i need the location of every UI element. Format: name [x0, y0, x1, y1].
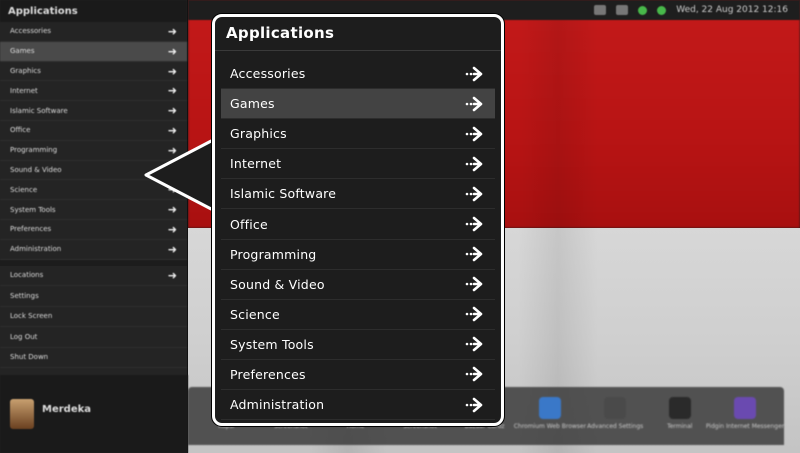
gear-icon: [604, 397, 627, 419]
arrow-right-icon: [465, 216, 485, 232]
sidebar-item-label: Office: [10, 126, 31, 135]
sidebar-item-islamic-software[interactable]: Islamic Software ➜: [0, 101, 187, 121]
sidebar-item-label: Settings: [10, 291, 39, 300]
sidebar-item-label: Sound & Video: [10, 165, 62, 174]
status-icon[interactable]: [638, 5, 648, 15]
terminal-icon: [668, 397, 691, 419]
category-item-system-tools[interactable]: System Tools: [221, 330, 495, 360]
category-label: Administration: [230, 397, 325, 413]
sidebar-item-games[interactable]: Games ➜: [0, 41, 187, 62]
sidebar-item-internet[interactable]: Internet ➜: [0, 81, 187, 102]
sidebar-item-label: System Tools: [10, 205, 56, 214]
arrow-right-icon: ➜: [167, 104, 177, 118]
arrow-right-icon: [465, 336, 485, 352]
dock-item-terminal[interactable]: Terminal: [647, 397, 712, 430]
category-item-graphics[interactable]: Graphics: [221, 119, 495, 150]
sidebar-item-label: Accessories: [10, 27, 52, 36]
arrow-right-icon: ➜: [167, 268, 177, 282]
dock-item-label: Advanced Settings: [587, 423, 644, 430]
clock[interactable]: Wed, 22 Aug 2012 12:16: [676, 5, 788, 15]
sidebar-title: Applications: [0, 0, 187, 22]
sidebar-item-label: Log Out: [10, 332, 38, 341]
category-label: Games: [230, 96, 275, 112]
sidebar-item-lock-screen[interactable]: Lock Screen: [0, 307, 187, 328]
arrow-right-icon: [465, 186, 485, 202]
user-name: Merdeka: [42, 404, 92, 415]
category-label: Sound & Video: [230, 276, 325, 292]
arrow-right-icon: [465, 366, 485, 382]
arrow-right-icon: [465, 126, 485, 142]
sidebar-item-label: Shut Down: [10, 353, 49, 362]
category-label: Graphics: [230, 126, 287, 142]
sidebar-item-label: Administration: [10, 245, 62, 254]
applications-sidebar: Applications Accessories ➜ Games ➜ Graphics ➜…: [0, 0, 188, 453]
category-item-accessories[interactable]: Accessories: [221, 59, 495, 90]
sidebar-item-accessories[interactable]: Accessories ➜: [0, 22, 187, 42]
dock-item-label: Pidgin Internet Messenger: [705, 423, 785, 430]
user-area[interactable]: Merdeka ​: [0, 375, 188, 453]
category-item-sound-and-video[interactable]: Sound & Video: [221, 270, 495, 300]
category-label: Internet: [230, 156, 282, 172]
arrow-right-icon: [465, 306, 485, 322]
sidebar-item-label: Internet: [10, 86, 38, 95]
sidebar-item-label: Lock Screen: [10, 312, 53, 321]
category-label: Preferences: [230, 366, 306, 382]
dock-item-advanced-settings[interactable]: Advanced Settings: [583, 397, 648, 430]
dock-item-chromium-web-browser[interactable]: Chromium Web Browser: [513, 397, 587, 430]
network-icon[interactable]: [594, 5, 607, 15]
category-item-preferences[interactable]: Preferences: [221, 360, 495, 391]
arrow-right-icon: [465, 66, 485, 82]
category-label: Islamic Software: [230, 186, 337, 202]
arrow-right-icon: [465, 397, 485, 413]
arrow-right-icon: ➜: [167, 44, 177, 58]
category-item-office[interactable]: Office: [221, 209, 495, 240]
sidebar-item-label: Science: [10, 185, 38, 194]
fabric-fold: [518, 0, 598, 453]
user-status-placeholder: ​: [42, 417, 91, 424]
arrow-right-icon: ➜: [167, 84, 177, 98]
sidebar-item-label: Locations: [10, 271, 44, 280]
category-item-administration[interactable]: Administration: [221, 390, 495, 421]
sidebar-item-label: Programming: [10, 146, 58, 155]
category-item-science[interactable]: Science: [221, 300, 495, 330]
category-item-programming[interactable]: Programming: [221, 240, 495, 270]
category-item-games[interactable]: Games: [221, 89, 495, 120]
sidebar-item-label: Games: [10, 47, 35, 56]
arrow-right-icon: [465, 156, 485, 172]
sidebar-item-settings[interactable]: Settings: [0, 286, 187, 307]
arrow-right-icon: [465, 96, 485, 112]
dock-item-label: Terminal: [667, 423, 693, 430]
callout-title: Applications: [215, 17, 501, 51]
arrow-right-icon: [465, 276, 485, 292]
sidebar-item-locations[interactable]: Locations ➜: [0, 266, 187, 287]
sidebar-item-administration[interactable]: Administration ➜: [0, 240, 187, 260]
avatar[interactable]: [10, 399, 34, 429]
sidebar-item-label: Graphics: [10, 66, 41, 75]
applications-callout: Applications Accessories Games Graphics Int…: [212, 14, 504, 426]
callout-category-list: Accessories Games Graphics Internet Islamic …: [221, 59, 495, 421]
arrow-right-icon: ➜: [167, 24, 177, 38]
category-item-internet[interactable]: Internet: [221, 149, 495, 180]
arrow-right-icon: [465, 246, 485, 262]
sidebar-item-graphics[interactable]: Graphics ➜: [0, 62, 187, 82]
sidebar-item-label: Islamic Software: [10, 106, 68, 115]
category-label: Office: [230, 216, 268, 232]
chat-icon: [734, 397, 757, 419]
category-label: Programming: [230, 246, 317, 262]
dock-item-pidgin-internet-messenger[interactable]: Pidgin Internet Messenger: [706, 397, 784, 430]
category-item-islamic-software[interactable]: Islamic Software: [221, 179, 495, 210]
category-label: System Tools: [230, 336, 314, 352]
category-label: Science: [230, 306, 280, 322]
arrow-right-icon: ➜: [167, 242, 177, 256]
browser-icon: [538, 397, 561, 419]
sidebar-item-shut-down[interactable]: Shut Down: [0, 348, 187, 369]
sidebar-places-list: Locations ➜ Settings Lock Screen Log Out Shut…: [0, 266, 187, 369]
arrow-right-icon: ➜: [167, 64, 177, 78]
sidebar-item-log-out[interactable]: Log Out: [0, 327, 187, 348]
category-label: Accessories: [230, 66, 306, 82]
status-icon[interactable]: [657, 5, 667, 15]
volume-icon[interactable]: [616, 5, 629, 15]
dock-item-label: Chromium Web Browser: [513, 423, 587, 430]
sidebar-item-label: Preferences: [10, 225, 52, 234]
